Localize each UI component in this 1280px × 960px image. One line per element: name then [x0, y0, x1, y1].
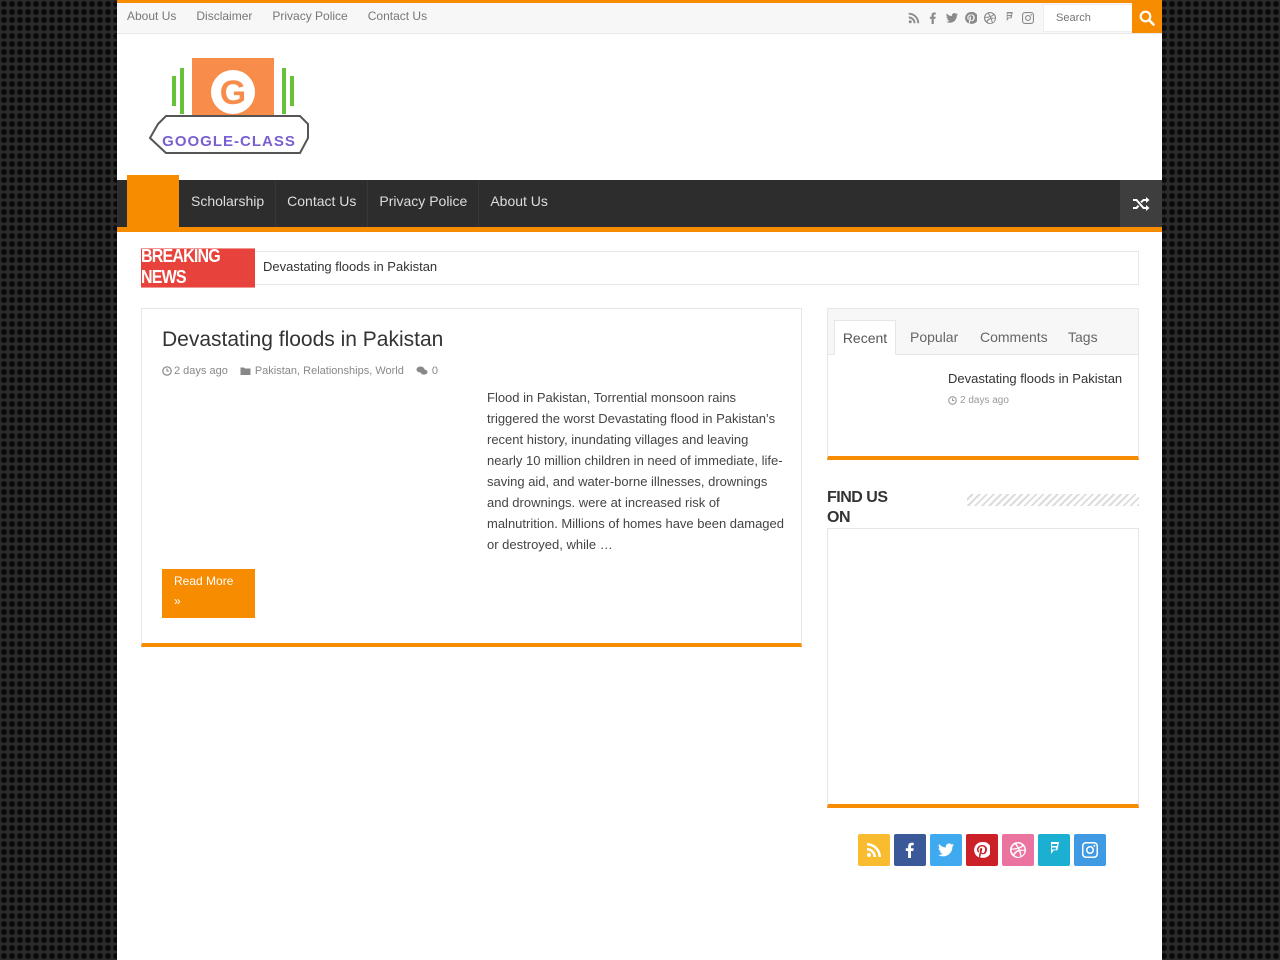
- pinterest-button[interactable]: [966, 834, 998, 866]
- instagram-icon: [1082, 842, 1098, 858]
- svg-text:GOOGLE-CLASS: GOOGLE-CLASS: [162, 133, 296, 150]
- top-nav-disclaimer[interactable]: Disclaimer: [186, 3, 262, 29]
- widget-title-stripes: [967, 494, 1139, 506]
- recent-post-date: 2 days ago: [960, 395, 1009, 406]
- site-logo[interactable]: G GOOGLE-CLASS: [148, 56, 318, 156]
- post-excerpt: Flood in Pakistan, Torrential monsoon ra…: [487, 390, 785, 552]
- search-input[interactable]: [1043, 4, 1133, 32]
- shuffle-icon: [1133, 196, 1150, 211]
- post-title[interactable]: Devastating floods in Pakistan: [162, 328, 443, 352]
- post-date: 2 days ago: [174, 365, 228, 377]
- page: About Us Disclaimer Privacy Police Conta…: [117, 0, 1162, 960]
- tab-recent[interactable]: Recent: [834, 320, 896, 355]
- nav-scholarship[interactable]: Scholarship: [180, 180, 277, 227]
- dribbble-icon: [1010, 842, 1026, 858]
- social-buttons: [858, 834, 1110, 866]
- top-social-icons: [904, 9, 1037, 27]
- nav-contact[interactable]: Contact Us: [276, 180, 369, 227]
- top-nav: About Us Disclaimer Privacy Police Conta…: [117, 3, 437, 29]
- tabs-widget: Recent Popular Comments Tags Devastating…: [827, 308, 1139, 460]
- foursquare-icon: [1049, 842, 1059, 854]
- top-nav-contact[interactable]: Contact Us: [358, 3, 437, 29]
- tabs-bar: Recent Popular Comments Tags: [828, 309, 1138, 355]
- pinterest-icon: [974, 842, 990, 858]
- twitter-button[interactable]: [930, 834, 962, 866]
- comment-count[interactable]: 0: [432, 365, 438, 377]
- facebook-button[interactable]: [894, 834, 926, 866]
- facebook-icon: [905, 842, 914, 858]
- read-more-button[interactable]: Read More »: [162, 569, 255, 618]
- clock-icon: [162, 366, 172, 376]
- tab-comments[interactable]: Comments: [980, 320, 1048, 355]
- foursquare-icon[interactable]: [999, 9, 1018, 27]
- category-link-world[interactable]: World: [375, 365, 404, 377]
- nav-privacy[interactable]: Privacy Police: [368, 180, 480, 227]
- facebook-icon[interactable]: [923, 9, 942, 27]
- instagram-icon[interactable]: [1018, 9, 1037, 27]
- post-meta: 2 days ago Pakistan, Relationships, Worl…: [162, 365, 438, 377]
- category-link-pakistan[interactable]: Pakistan: [255, 365, 297, 377]
- breaking-news-headline[interactable]: Devastating floods in Pakistan: [263, 252, 437, 282]
- rss-icon: [867, 843, 881, 857]
- tab-tags[interactable]: Tags: [1068, 320, 1098, 355]
- recent-post-meta: 2 days ago: [948, 395, 1009, 406]
- svg-text:G: G: [220, 74, 246, 112]
- recent-post-title[interactable]: Devastating floods in Pakistan: [948, 371, 1122, 386]
- top-nav-about[interactable]: About Us: [117, 3, 186, 29]
- twitter-icon[interactable]: [942, 9, 961, 27]
- search-box: [1043, 3, 1162, 34]
- search-button[interactable]: [1132, 3, 1162, 33]
- search-icon: [1139, 10, 1155, 26]
- folder-icon: [240, 367, 251, 375]
- category-link-relationships[interactable]: Relationships: [303, 365, 369, 377]
- breaking-news-bar: BREAKING NEWS Devastating floods in Paki…: [141, 247, 1139, 288]
- random-post-button[interactable]: [1120, 180, 1162, 227]
- nav-about[interactable]: About Us: [479, 180, 559, 227]
- twitter-icon: [938, 843, 954, 857]
- rss-button[interactable]: [858, 834, 890, 866]
- pinterest-icon[interactable]: [961, 9, 980, 27]
- comments-icon: [416, 366, 428, 375]
- main-nav: Scholarship Contact Us Privacy Police Ab…: [117, 175, 1162, 232]
- dribbble-icon[interactable]: [980, 9, 999, 27]
- main-nav-items: Scholarship Contact Us Privacy Police Ab…: [180, 180, 559, 227]
- breaking-news-label: BREAKING NEWS: [141, 247, 255, 288]
- clock-icon: [948, 396, 957, 405]
- top-nav-privacy[interactable]: Privacy Police: [262, 3, 357, 29]
- tab-popular[interactable]: Popular: [910, 320, 958, 355]
- post-card: Devastating floods in Pakistan 2 days ag…: [141, 308, 802, 647]
- instagram-button[interactable]: [1074, 834, 1106, 866]
- facebook-widget-box: [827, 528, 1139, 808]
- dribbble-button[interactable]: [1002, 834, 1034, 866]
- foursquare-button[interactable]: [1038, 834, 1070, 866]
- top-bar: About Us Disclaimer Privacy Police Conta…: [117, 0, 1162, 34]
- rss-icon[interactable]: [904, 9, 923, 27]
- home-tab[interactable]: [127, 175, 179, 227]
